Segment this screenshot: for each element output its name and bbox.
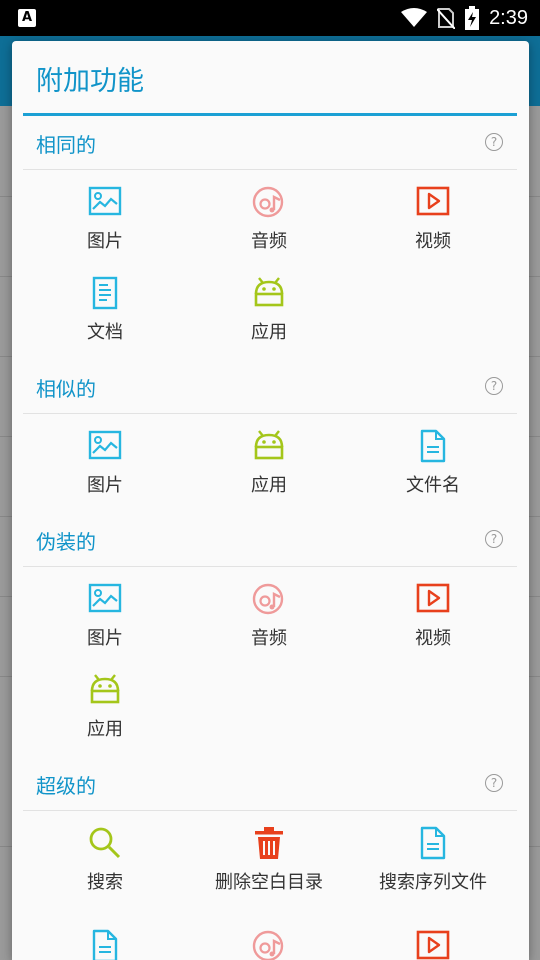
feature-item-label: 文档 [87,322,123,343]
section-header: 相同的 [36,133,96,157]
audio-icon [187,185,351,221]
search-icon [23,826,187,862]
feature-item-label: 应用 [87,719,123,740]
title-divider [23,113,517,116]
dialog-title: 附加功能 [36,66,144,97]
feature-item[interactable]: 图片 [23,582,187,650]
feature-item[interactable]: 文档 [23,276,187,344]
file-icon [351,826,515,862]
feature-item-label: 搜索 [87,872,123,893]
feature-item-label: 删除空白目录 [215,872,323,893]
document-icon [23,276,187,312]
feature-item[interactable]: 图片 [23,185,187,253]
feature-item-label: 应用 [251,322,287,343]
section-header: 相似的 [36,377,96,401]
help-icon[interactable]: ? [485,377,503,395]
battery-charging-icon [465,6,480,30]
image-icon [23,582,187,618]
feature-item[interactable]: 音频 [187,185,351,253]
image-icon [23,429,187,465]
help-icon[interactable]: ? [485,774,503,792]
feature-item[interactable]: 搜索 [23,826,187,894]
feature-item[interactable]: 搜索序列文件 [351,826,515,894]
feature-item-label: 音频 [251,628,287,649]
feature-item[interactable]: 应用 [23,673,187,741]
trash-icon [187,826,351,862]
video-icon [351,929,515,960]
file-icon [351,429,515,465]
help-icon[interactable]: ? [485,530,503,548]
feature-item-label: 视频 [415,231,451,252]
file-icon [23,929,187,960]
android-icon [187,276,351,312]
feature-item[interactable]: 应用 [187,429,351,497]
notification-icon: A [18,9,36,27]
wifi-icon [401,8,428,27]
feature-item-label: 视频 [415,628,451,649]
feature-item[interactable]: 删除空白目录 [187,826,351,894]
audio-icon [187,929,351,960]
feature-item[interactable]: 图片 [23,429,187,497]
feature-item-label: 音频 [251,231,287,252]
video-icon [351,185,515,221]
status-bar: A 2:39 [0,0,540,36]
section-divider [23,413,517,414]
feature-item[interactable] [23,929,187,960]
section-header: 超级的 [36,774,96,798]
feature-item[interactable]: 应用 [187,276,351,344]
image-icon [23,185,187,221]
feature-item[interactable]: 音频 [187,582,351,650]
clock: 2:39 [489,6,528,29]
section-header: 伪装的 [36,530,96,554]
feature-item-label: 文件名 [406,475,460,496]
section-divider [23,810,517,811]
feature-item[interactable]: 视频 [351,185,515,253]
android-icon [23,673,187,709]
feature-item-label: 图片 [87,628,123,649]
audio-icon [187,582,351,618]
feature-item[interactable] [187,929,351,960]
video-icon [351,582,515,618]
feature-item[interactable] [351,929,515,960]
feature-item-label: 应用 [251,475,287,496]
status-icons: 2:39 [401,0,528,36]
no-sim-icon [437,8,456,29]
help-icon[interactable]: ? [485,133,503,151]
feature-item-label: 搜索序列文件 [379,872,487,893]
section-divider [23,566,517,567]
feature-item[interactable]: 视频 [351,582,515,650]
feature-item[interactable]: 文件名 [351,429,515,497]
extra-features-dialog: 附加功能 相同的? 图片 音频 视频 文档 应用 相似的? 图片 应用 文件名 伪装的? 图片 音频 视频… [12,41,529,960]
feature-item-label: 图片 [87,231,123,252]
android-icon [187,429,351,465]
feature-item-label: 图片 [87,475,123,496]
section-divider [23,169,517,170]
